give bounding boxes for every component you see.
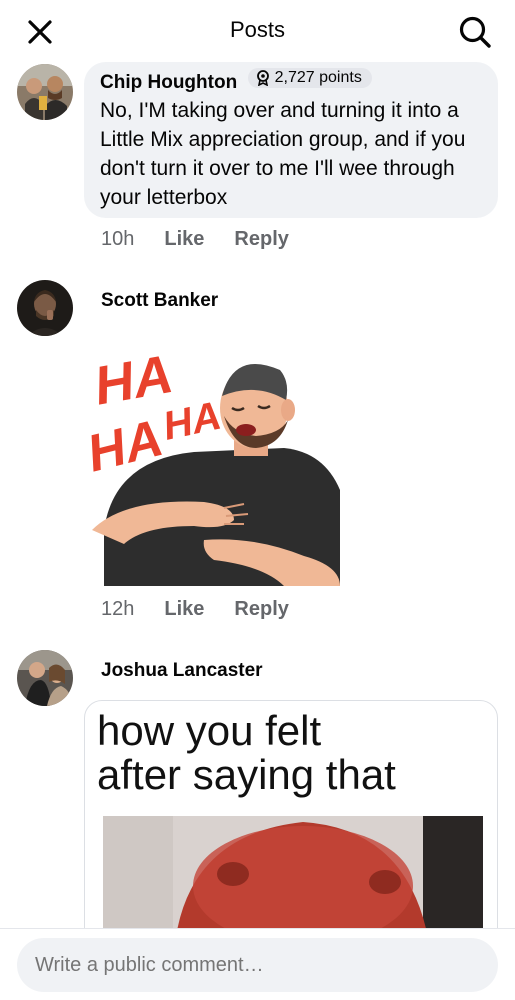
meme-image[interactable]: how you felt after saying that bbox=[84, 700, 498, 928]
sticker-image[interactable]: HA HA HA bbox=[82, 330, 340, 586]
top-bar: Posts bbox=[0, 0, 515, 62]
reply-button[interactable]: Reply bbox=[234, 228, 288, 251]
comment-actions: 10h Like Reply bbox=[101, 228, 289, 251]
comments-feed[interactable]: Chip Houghton 2,727 points No, I'M takin… bbox=[0, 62, 515, 928]
avatar[interactable] bbox=[17, 280, 73, 336]
badge-icon bbox=[256, 70, 269, 86]
search-icon[interactable] bbox=[455, 12, 495, 52]
comment-input[interactable] bbox=[17, 938, 498, 992]
meme-caption: how you felt after saying that bbox=[97, 709, 396, 797]
meme-photo bbox=[103, 816, 483, 928]
avatar[interactable] bbox=[17, 650, 73, 706]
comment-actions: 12h Like Reply bbox=[101, 598, 289, 621]
page-title: Posts bbox=[229, 17, 286, 42]
comment-text: No, I'M taking over and turning it into … bbox=[100, 99, 466, 209]
author-name[interactable]: Chip Houghton bbox=[100, 72, 237, 94]
points-badge: 2,727 points bbox=[247, 68, 372, 88]
author-name[interactable]: Scott Banker bbox=[101, 290, 218, 312]
avatar[interactable] bbox=[17, 64, 73, 120]
timestamp[interactable]: 10h bbox=[101, 228, 134, 251]
reply-button[interactable]: Reply bbox=[234, 598, 288, 621]
comment-composer bbox=[0, 928, 515, 1000]
meme-caption-line: how you felt bbox=[97, 707, 322, 754]
comment-bubble[interactable]: Chip Houghton 2,727 points No, I'M takin… bbox=[84, 62, 498, 218]
timestamp[interactable]: 12h bbox=[101, 598, 134, 621]
like-button[interactable]: Like bbox=[164, 598, 204, 621]
points-text: 2,727 points bbox=[274, 69, 362, 86]
meme-caption-line: after saying that bbox=[97, 751, 396, 798]
like-button[interactable]: Like bbox=[164, 228, 204, 251]
author-name[interactable]: Joshua Lancaster bbox=[101, 660, 263, 682]
